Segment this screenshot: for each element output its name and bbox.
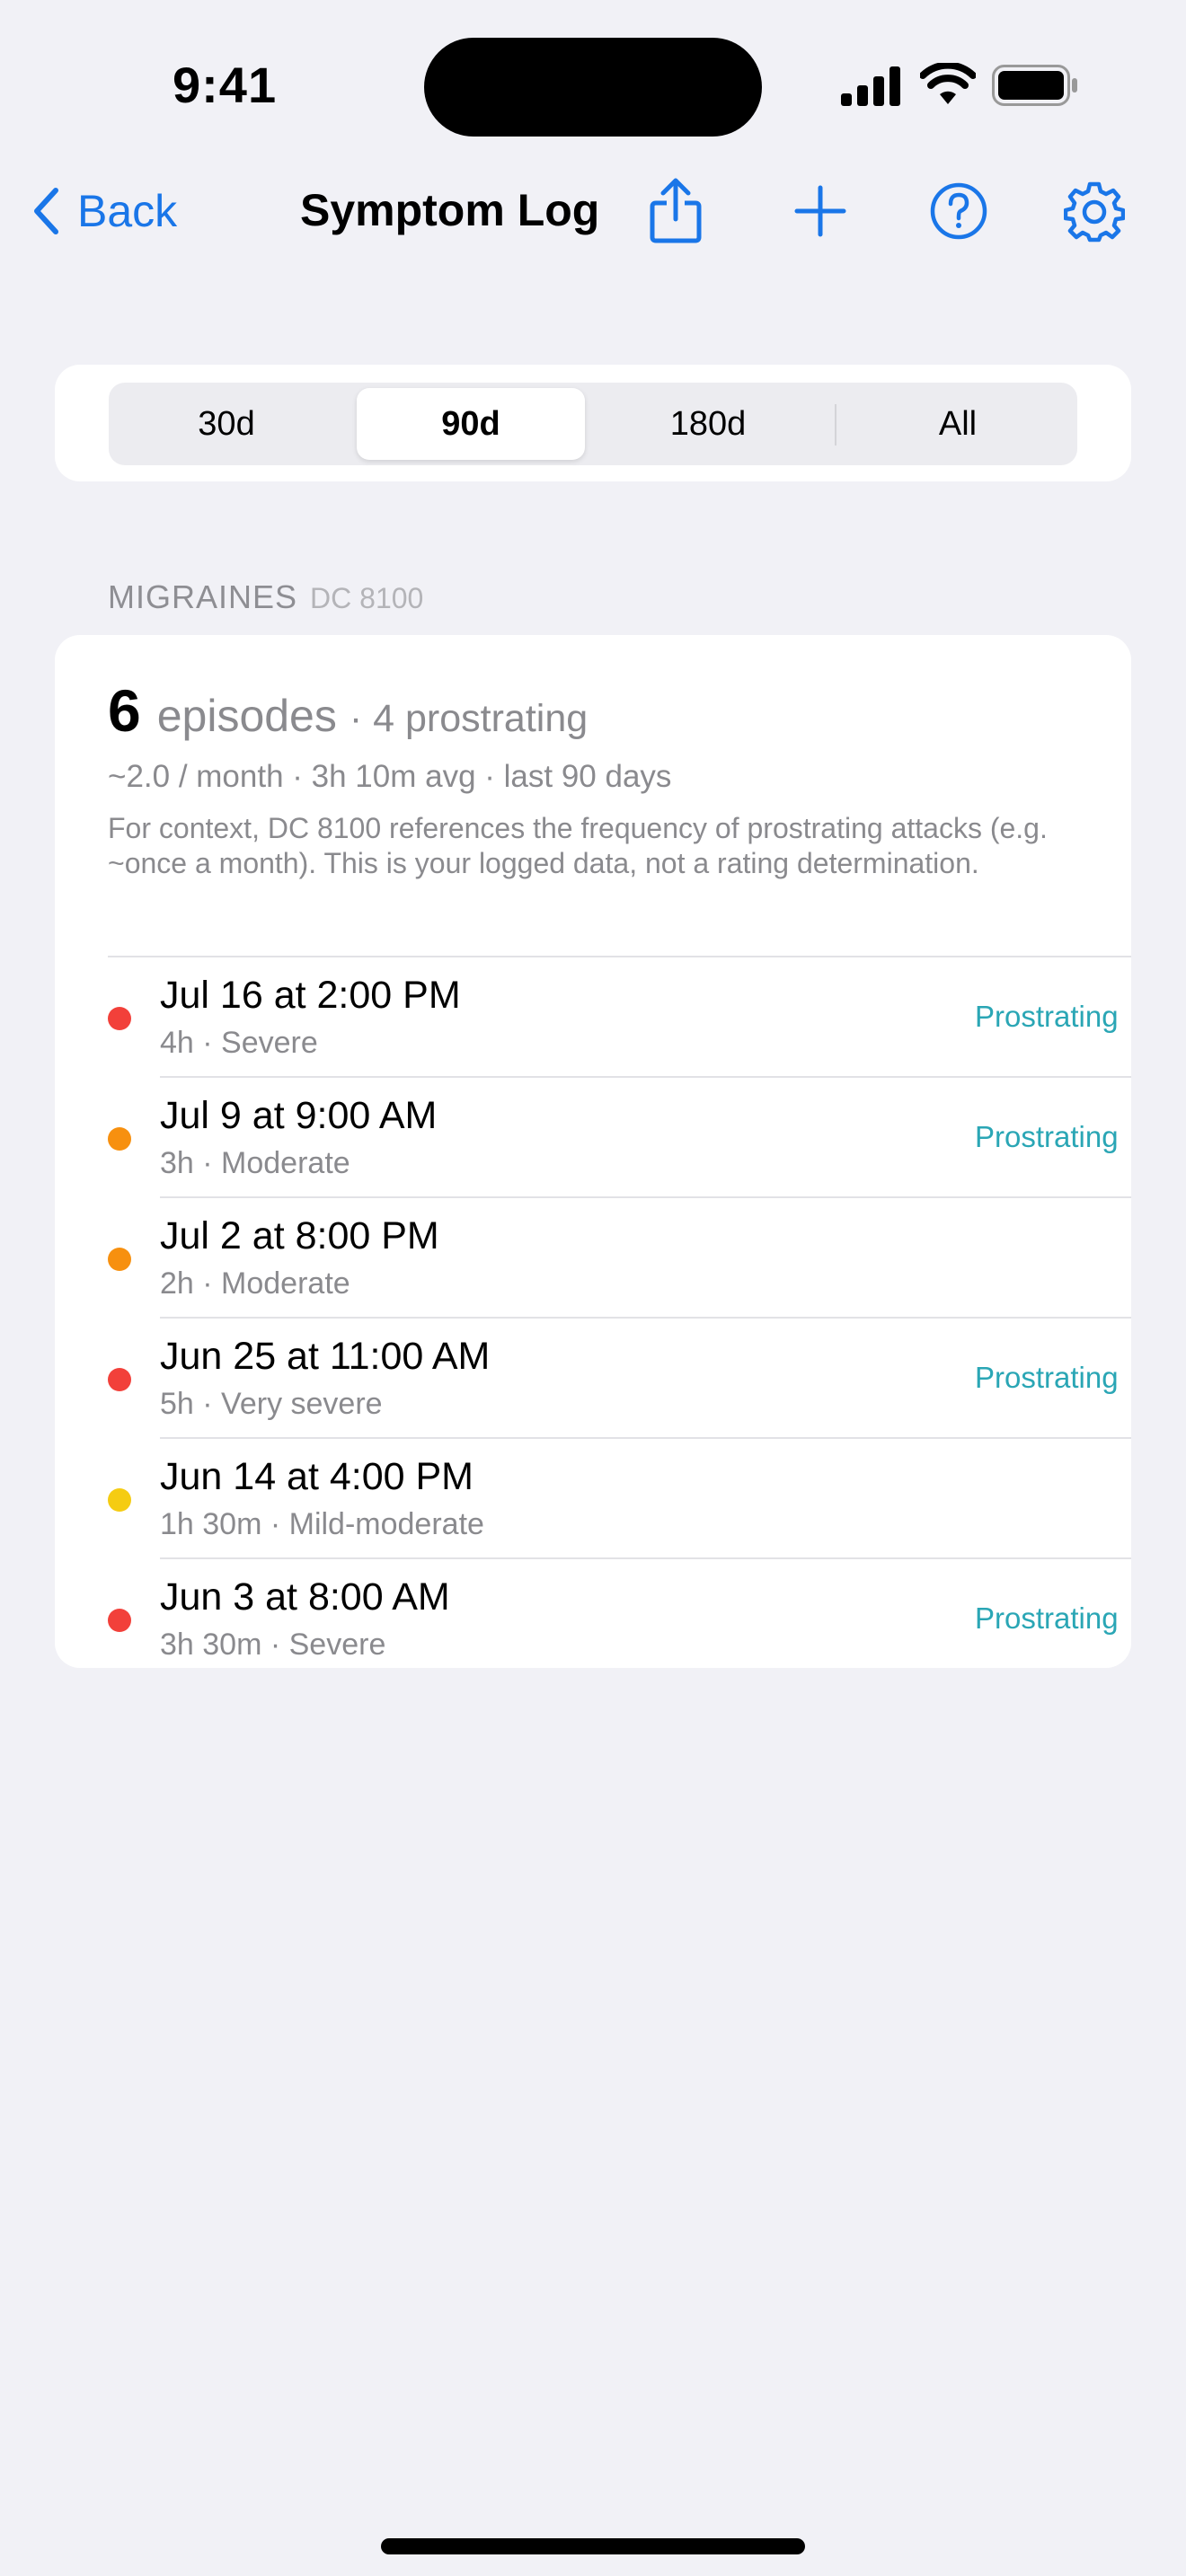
episode-row[interactable]: Jul 2 at 8:00 PM 2h · Moderate	[108, 1196, 1131, 1317]
migraines-card: 6 episodes · 4 prostrating ~2.0 / month …	[55, 635, 1131, 1668]
prostrating-tag: Prostrating	[975, 1000, 1119, 1033]
episode-details: 3h 30m · Severe	[160, 1628, 386, 1662]
severity-dot	[108, 1609, 131, 1632]
episode-row[interactable]: Jul 16 at 2:00 PM 4h · Severe Prostrating	[108, 956, 1131, 1076]
episode-details: 3h · Moderate	[160, 1146, 350, 1180]
battery-icon	[992, 65, 1077, 106]
severity-dot	[108, 1248, 131, 1271]
episode-stats: ~2.0 / month · 3h 10m avg · last 90 days	[108, 759, 672, 794]
segment-divider	[835, 404, 836, 446]
back-button[interactable]: Back	[32, 180, 177, 243]
prostrating-tag: Prostrating	[975, 1120, 1119, 1153]
context-note: For context, DC 8100 references the freq…	[108, 812, 1048, 879]
episode-count-label: episodes	[156, 691, 337, 741]
segment-90d[interactable]: 90d	[357, 388, 585, 460]
back-label: Back	[77, 186, 178, 236]
home-indicator	[381, 2538, 805, 2554]
episode-details: 1h 30m · Mild-moderate	[160, 1507, 484, 1541]
wifi-icon	[920, 63, 976, 104]
episode-count: 6	[108, 677, 141, 744]
prostrating-tag: Prostrating	[975, 1361, 1119, 1394]
section-header: MIGRAINES DC 8100	[108, 578, 423, 616]
episode-datetime: Jun 3 at 8:00 AM	[160, 1575, 450, 1619]
page-title: Symptom Log	[300, 185, 600, 235]
episode-details: 4h · Severe	[160, 1026, 318, 1060]
episode-datetime: Jul 9 at 9:00 AM	[160, 1094, 438, 1137]
status-time: 9:41	[173, 57, 278, 113]
segment-30d[interactable]: 30d	[109, 383, 344, 465]
range-selector-card: 30d 90d 180d All	[55, 365, 1131, 481]
episode-datetime: Jul 2 at 8:00 PM	[160, 1214, 439, 1257]
severity-dot	[108, 1007, 131, 1030]
episode-row[interactable]: Jun 14 at 4:00 PM 1h 30m · Mild-moderate	[108, 1437, 1131, 1557]
severity-dot	[108, 1127, 131, 1151]
prostrating-tag: Prostrating	[975, 1601, 1119, 1635]
section-code: DC 8100	[310, 582, 424, 614]
episode-datetime: Jun 25 at 11:00 AM	[160, 1335, 491, 1378]
episode-row[interactable]: Jul 9 at 9:00 AM 3h · Moderate Prostrating	[108, 1076, 1131, 1196]
episode-datetime: Jun 14 at 4:00 PM	[160, 1455, 474, 1498]
episode-datetime: Jul 16 at 2:00 PM	[160, 974, 461, 1017]
episode-summary: 6 episodes · 4 prostrating	[108, 676, 588, 745]
severity-dot	[108, 1368, 131, 1391]
severity-dot	[108, 1488, 131, 1512]
episode-row[interactable]: Jun 25 at 11:00 AM 5h · Very severe Prostr…	[108, 1317, 1131, 1437]
segmented-control: 30d 90d 180d All	[109, 383, 1077, 465]
episode-details: 2h · Moderate	[160, 1266, 350, 1301]
chevron-left-icon	[34, 188, 58, 234]
episode-details: 5h · Very severe	[160, 1387, 383, 1421]
gear-icon[interactable]	[1064, 181, 1125, 243]
segment-all[interactable]: All	[838, 383, 1077, 465]
prostrating-count: · 4 prostrating	[349, 697, 589, 740]
episode-row[interactable]: Jun 3 at 8:00 AM 3h 30m · Severe Prostrati…	[108, 1557, 1131, 1668]
dynamic-island	[424, 38, 762, 137]
episode-list: Jul 16 at 2:00 PM 4h · Severe Prostrating J…	[55, 956, 1131, 1668]
section-title: MIGRAINES	[108, 578, 298, 615]
segment-180d[interactable]: 180d	[587, 383, 829, 465]
cellular-signal-icon	[841, 66, 900, 106]
plus-icon[interactable]	[794, 185, 846, 237]
help-icon[interactable]	[929, 181, 988, 241]
share-icon[interactable]	[647, 176, 704, 244]
